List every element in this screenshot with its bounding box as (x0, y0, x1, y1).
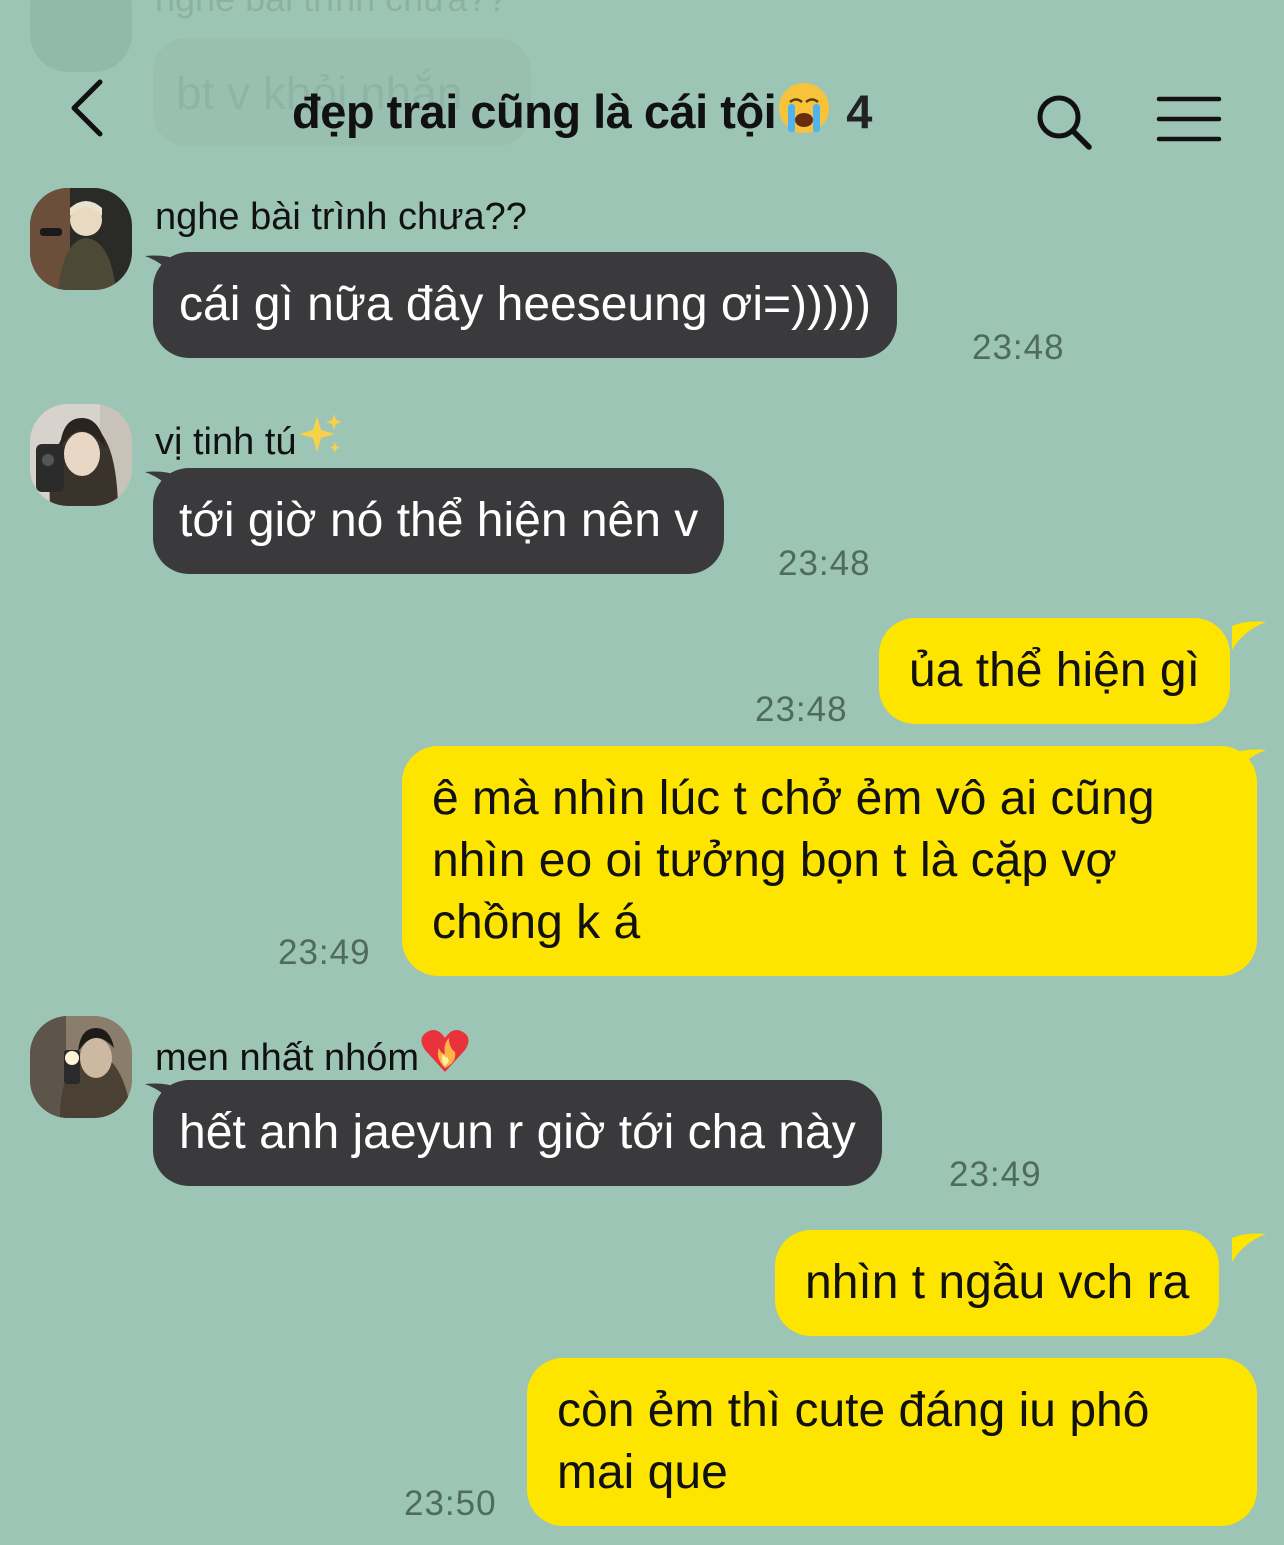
search-icon (1037, 95, 1092, 150)
chat-header: đẹp trai cũng là cái tội 4 (0, 60, 1284, 160)
bubble-tail (1232, 1233, 1266, 1262)
message-text: hết anh jaeyun r giờ tới cha này (179, 1106, 856, 1159)
hamburger-menu-icon (1156, 96, 1222, 142)
message-bubble[interactable]: hết anh jaeyun r giờ tới cha này (153, 1080, 882, 1186)
message-bubble[interactable]: tới giờ nó thể hiện nên v (153, 468, 725, 574)
avatar[interactable] (30, 404, 132, 506)
message-text: cái gì nữa đây heeseung ơi=))))) (179, 278, 871, 331)
message-bubble[interactable]: nhìn t ngầu vch ra (775, 1230, 1220, 1336)
avatar[interactable] (30, 188, 132, 290)
message-time: 23:49 (278, 933, 371, 972)
chevron-left-icon (71, 79, 103, 137)
crying-face-icon (779, 83, 830, 133)
sender-name-text: men nhất nhóm (155, 1037, 420, 1079)
message-time: 23:50 (404, 1484, 497, 1523)
message-bubble[interactable]: còn ẻm thì cute đáng iu phô mai que (527, 1358, 1257, 1526)
search-button[interactable] (1032, 90, 1096, 154)
profile-photo (30, 1016, 132, 1118)
previous-sender-name: nghe bài trình chưa?? (155, 0, 507, 20)
menu-button[interactable] (1156, 94, 1222, 144)
message-text: ủa thể hiện gì (909, 644, 1200, 697)
message-bubble[interactable]: ê mà nhìn lúc t chở ẻm vô ai cũng nhìn e… (402, 746, 1257, 976)
message-bubble[interactable]: ủa thể hiện gì (879, 618, 1230, 724)
sender-name-text: vị tinh tú (155, 421, 297, 463)
sender-name: vị tinh tú (155, 412, 343, 464)
member-count: 4 (846, 85, 872, 138)
bubble-tail (1232, 621, 1266, 650)
message-bubble[interactable]: cái gì nữa đây heeseung ơi=))))) (153, 252, 897, 358)
message-time: 23:48 (972, 328, 1065, 367)
message-text: nhìn t ngầu vch ra (805, 1256, 1190, 1309)
message-text: còn ẻm thì cute đáng iu phô mai que (557, 1384, 1150, 1499)
sparkles-icon (298, 414, 342, 453)
chat-screen: nghe bài trình chưa?? bt v khỏi nhắn đẹp… (0, 0, 1284, 1545)
message-text: tới giờ nó thể hiện nên v (179, 494, 699, 547)
profile-photo (30, 404, 132, 506)
chat-title: đẹp trai cũng là cái tội 4 (292, 80, 872, 139)
back-button[interactable] (62, 76, 122, 140)
sender-name: nghe bài trình chưa?? (155, 196, 527, 238)
chat-title-text: đẹp trai cũng là cái tội (292, 85, 777, 138)
message-text: ê mà nhìn lúc t chở ẻm vô ai cũng nhìn e… (432, 772, 1155, 949)
heart-on-fire-icon (421, 1030, 469, 1072)
sender-name: men nhất nhóm (155, 1024, 471, 1080)
message-time: 23:48 (755, 690, 848, 729)
avatar[interactable] (30, 1016, 132, 1118)
message-time: 23:49 (949, 1155, 1042, 1194)
profile-photo (30, 188, 132, 290)
message-time: 23:48 (778, 544, 871, 583)
